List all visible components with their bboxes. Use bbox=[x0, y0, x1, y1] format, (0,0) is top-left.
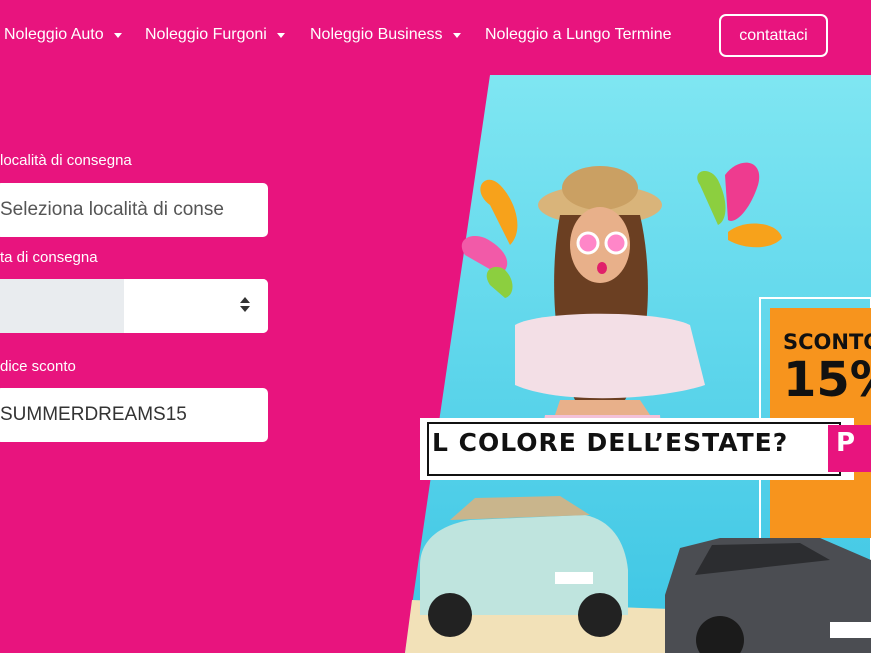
mint-car-wheel-front bbox=[428, 593, 472, 637]
mint-car-plate bbox=[555, 572, 593, 584]
location-select[interactable]: Seleziona località di conse bbox=[0, 183, 268, 237]
sunglasses-left-lens bbox=[576, 231, 600, 255]
discount-value: 15% bbox=[783, 352, 871, 408]
sunglasses-right-lens bbox=[604, 231, 628, 255]
promo-headline-tail: P bbox=[836, 428, 856, 458]
discount-code-label: dice sconto bbox=[0, 358, 76, 375]
off-shoulder-top bbox=[515, 313, 705, 399]
discount-code-input[interactable]: SUMMERDREAMS15 bbox=[0, 388, 268, 442]
discount-title: SCONTO bbox=[783, 330, 871, 354]
waist-shape bbox=[555, 400, 650, 415]
sort-updown-icon bbox=[240, 297, 250, 312]
date-time-field bbox=[0, 279, 268, 333]
suv-plate bbox=[830, 622, 871, 638]
time-select[interactable] bbox=[124, 279, 268, 333]
date-input[interactable] bbox=[0, 279, 124, 333]
date-label: ta di consegna bbox=[0, 249, 98, 266]
mint-car-wheel-rear bbox=[578, 593, 622, 637]
discount-code-value: SUMMERDREAMS15 bbox=[0, 404, 187, 425]
mouth-shape bbox=[597, 262, 607, 274]
location-label: località di consegna bbox=[0, 152, 132, 169]
straw-hat-crown bbox=[562, 166, 638, 210]
promo-headline: L COLORE DELL’ESTATE? bbox=[432, 428, 789, 457]
location-placeholder: Seleziona località di conse bbox=[0, 199, 224, 220]
